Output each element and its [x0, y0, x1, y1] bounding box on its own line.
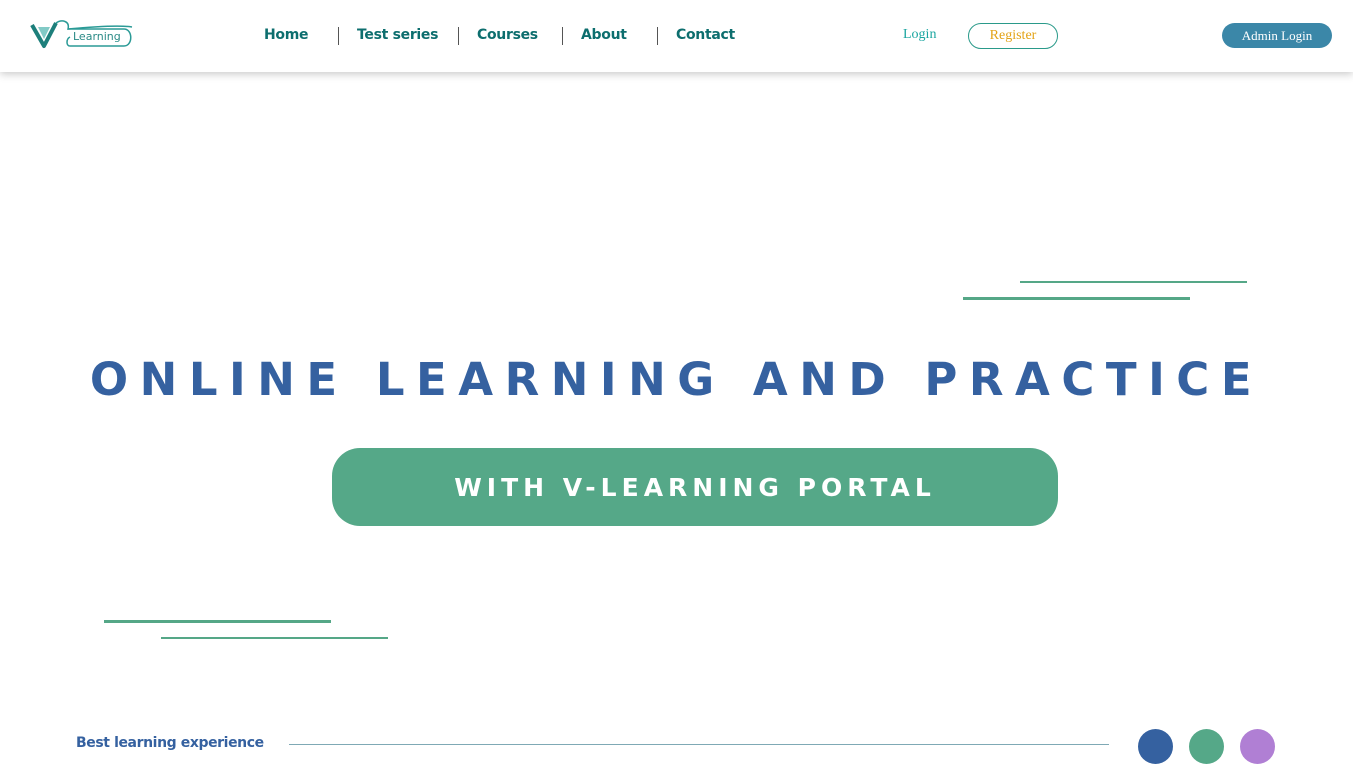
green-dot [1189, 729, 1224, 764]
nav-divider [562, 27, 563, 45]
admin-login-button[interactable]: Admin Login [1222, 23, 1332, 48]
top-navbar: Learning Home Test series Courses About … [0, 0, 1353, 72]
footer-tagline: Best learning experience [76, 735, 264, 751]
decorative-line [1020, 281, 1247, 283]
decorative-line [104, 620, 331, 623]
purple-dot [1240, 729, 1275, 764]
logo-text: Learning [73, 30, 121, 43]
login-link[interactable]: Login [903, 27, 936, 43]
nav-contact[interactable]: Contact [676, 27, 735, 43]
nav-divider [657, 27, 658, 45]
nav-about[interactable]: About [581, 27, 627, 43]
decorative-line [161, 637, 388, 639]
decorative-line [963, 297, 1190, 300]
admin-login-button-label: Admin Login [1241, 27, 1313, 43]
register-button[interactable]: Register [968, 23, 1058, 49]
nav-courses[interactable]: Courses [477, 27, 538, 43]
register-button-label: Register [989, 28, 1037, 43]
hero-subtitle: WITH V-LEARNING PORTAL [454, 472, 936, 502]
hero-title: ONLINE LEARNING AND PRACTICE [89, 353, 1264, 406]
nav-test-series[interactable]: Test series [357, 27, 438, 43]
footer-divider [289, 744, 1109, 745]
blue-dot [1138, 729, 1173, 764]
site-logo[interactable]: Learning [30, 19, 134, 49]
hero-subtitle-banner: WITH V-LEARNING PORTAL [332, 448, 1058, 526]
nav-divider [458, 27, 459, 45]
nav-divider [338, 27, 339, 45]
nav-home[interactable]: Home [264, 27, 309, 43]
